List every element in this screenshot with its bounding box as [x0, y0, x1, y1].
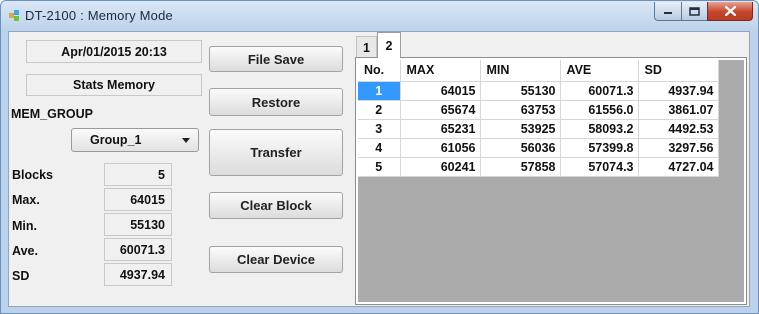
stat-value-min: 55130	[104, 213, 172, 236]
stat-value-max: 64015	[104, 188, 172, 211]
table-row[interactable]: 5 60241 57858 57074.3 4727.04	[358, 157, 719, 177]
table-cell: 4492.53	[638, 119, 719, 139]
tab-1[interactable]: 1	[356, 36, 377, 58]
table-cell: 60241	[400, 157, 481, 177]
table-cell: 4937.94	[638, 81, 719, 101]
restore-button[interactable]: Restore	[209, 88, 343, 116]
stat-label-blocks: Blocks	[12, 168, 53, 182]
table-cell: 3861.07	[638, 100, 719, 120]
table-cell: 55130	[480, 81, 561, 101]
group-select-value: Group_1	[90, 133, 142, 147]
table-cell: 3	[358, 119, 401, 139]
stats-table: No. MAX MIN AVE SD 1 64015 55130 60071.3…	[358, 60, 719, 177]
app-window: DT-2100 : Memory Mode Apr/01/2015 20:13 …	[0, 0, 759, 314]
table-cell: 4727.04	[638, 157, 719, 177]
table-header-row: No. MAX MIN AVE SD	[358, 60, 719, 82]
table-cell: 65674	[400, 100, 481, 120]
title-bar[interactable]: DT-2100 : Memory Mode	[1, 1, 758, 31]
app-icon	[9, 10, 19, 21]
table-row[interactable]: 2 65674 63753 61556.0 3861.07	[358, 100, 719, 120]
table-cell: 1	[358, 81, 401, 101]
table-cell: 57074.3	[560, 157, 639, 177]
stat-value-blocks: 5	[104, 163, 172, 186]
table-row[interactable]: 4 61056 56036 57399.8 3297.56	[358, 138, 719, 158]
table-cell: 58093.2	[560, 119, 639, 139]
column-header-min[interactable]: MIN	[480, 60, 561, 82]
table-cell: 63753	[480, 100, 561, 120]
stat-label-ave: Ave.	[12, 244, 38, 258]
table-row[interactable]: 1 64015 55130 60071.3 4937.94	[358, 81, 719, 101]
table-cell: 57399.8	[560, 138, 639, 158]
table-cell: 61556.0	[560, 100, 639, 120]
mem-group-label: MEM_GROUP	[11, 107, 93, 121]
table-cell: 57858	[480, 157, 561, 177]
mode-display: Stats Memory	[26, 74, 202, 96]
transfer-button[interactable]: Transfer	[209, 129, 343, 176]
table-cell: 61056	[400, 138, 481, 158]
table-cell: 60071.3	[560, 81, 639, 101]
table-cell: 64015	[400, 81, 481, 101]
table-cell: 56036	[480, 138, 561, 158]
clear-device-button[interactable]: Clear Device	[209, 246, 343, 273]
stat-value-sd: 4937.94	[104, 263, 172, 286]
clear-block-button[interactable]: Clear Block	[209, 192, 343, 219]
minimize-icon	[664, 12, 672, 14]
table-cell: 2	[358, 100, 401, 120]
table-cell: 53925	[480, 119, 561, 139]
stat-label-sd: SD	[12, 269, 30, 283]
group-select[interactable]: Group_1	[71, 128, 199, 152]
main-panel: Apr/01/2015 20:13 Stats Memory MEM_GROUP…	[8, 31, 750, 307]
maximize-icon	[689, 6, 700, 16]
stat-label-min: Min.	[12, 219, 37, 233]
column-header-ave[interactable]: AVE	[560, 60, 639, 82]
window-title: DT-2100 : Memory Mode	[25, 8, 173, 23]
chevron-down-icon	[182, 138, 190, 143]
tab-2[interactable]: 2	[377, 32, 401, 58]
stat-label-max: Max.	[12, 193, 40, 207]
minimize-button[interactable]	[654, 2, 682, 21]
table-row[interactable]: 3 65231 53925 58093.2 4492.53	[358, 119, 719, 139]
table-cell: 65231	[400, 119, 481, 139]
column-header-sd[interactable]: SD	[638, 60, 719, 82]
maximize-button[interactable]	[681, 2, 708, 21]
data-grid[interactable]: No. MAX MIN AVE SD 1 64015 55130 60071.3…	[358, 60, 744, 302]
table-cell: 4	[358, 138, 401, 158]
close-button[interactable]	[707, 2, 753, 21]
table-cell: 3297.56	[638, 138, 719, 158]
close-icon	[724, 6, 736, 16]
file-save-button[interactable]: File Save	[209, 46, 343, 72]
tab-panel: No. MAX MIN AVE SD 1 64015 55130 60071.3…	[355, 57, 747, 305]
stat-value-ave: 60071.3	[104, 238, 172, 261]
datetime-display: Apr/01/2015 20:13	[26, 40, 202, 63]
column-header-no[interactable]: No.	[358, 60, 401, 82]
table-cell: 5	[358, 157, 401, 177]
column-header-max[interactable]: MAX	[400, 60, 481, 82]
